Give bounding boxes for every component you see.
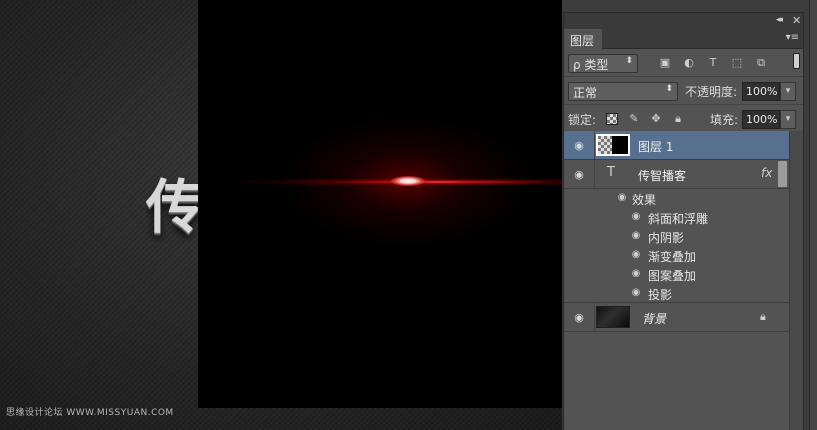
layer-row-background[interactable]: ◉ 背景 🔒︎	[564, 303, 789, 332]
opacity-dropdown-button[interactable]: ▾	[780, 82, 796, 101]
effect-row[interactable]: ◉ 斜面和浮雕	[564, 208, 789, 227]
layer-row-layer1[interactable]: ◉ 图层 1	[564, 131, 789, 160]
layers-scrollbar[interactable]	[789, 131, 803, 430]
text-layer-icon: T	[607, 165, 615, 180]
effects-header-row[interactable]: ◉ 效果	[564, 189, 789, 208]
tab-layers[interactable]: 图层	[564, 29, 602, 49]
eye-icon[interactable]: ◉	[572, 168, 586, 181]
filter-kind-label: ρ 类型	[573, 58, 609, 72]
effect-row[interactable]: ◉ 图案叠加	[564, 265, 789, 284]
eye-icon[interactable]: ◉	[630, 249, 642, 260]
effect-name: 斜面和浮雕	[648, 212, 709, 226]
side-dock-edge	[809, 0, 817, 430]
lock-fill-row: 锁定: ✎ ✥ 🔒︎ 填充: 100% ▾	[564, 105, 803, 133]
layers-panel: ◂◂ ✕ 图层 ▾≡ ρ 类型 ⬍ ▣ ◐ T ⬚ ⧉ 正常 ⬍ 不透明度: 1…	[563, 12, 804, 430]
layer-thumbnail	[596, 134, 630, 156]
layer-name[interactable]: 图层 1	[638, 138, 673, 155]
effect-name: 图案叠加	[648, 269, 697, 283]
effect-row[interactable]: ◉ 内阴影	[564, 227, 789, 246]
document-canvas[interactable]	[198, 0, 562, 408]
lens-flare-core	[391, 176, 425, 186]
watermark: 思缘设计论坛 WWW.MISSYUAN.COM	[6, 408, 174, 418]
divider	[594, 303, 595, 331]
layer-thumbnail	[596, 306, 630, 328]
collapse-panel-icon[interactable]: ◂◂	[776, 15, 783, 25]
panel-tab-bar: 图层 ▾≡	[564, 29, 803, 49]
fill-dropdown-button[interactable]: ▾	[780, 110, 796, 129]
eye-icon[interactable]: ◉	[572, 311, 586, 324]
filter-toggle[interactable]	[793, 53, 800, 69]
effect-name: 投影	[648, 288, 673, 302]
opacity-label: 不透明度:	[685, 85, 738, 99]
fill-input[interactable]: 100%	[742, 110, 780, 129]
fill-label: 填充:	[710, 113, 739, 127]
eye-icon[interactable]: ◉	[630, 230, 642, 241]
effect-name: 内阴影	[648, 231, 685, 245]
divider	[594, 131, 595, 159]
eye-icon[interactable]: ◉	[630, 211, 642, 222]
lock-move-icon[interactable]: ✥	[650, 113, 662, 125]
opacity-input[interactable]: 100%	[742, 82, 780, 101]
lock-transparent-icon[interactable]	[606, 113, 618, 125]
eye-icon[interactable]: ◉	[630, 287, 642, 298]
lock-label: 锁定:	[568, 113, 597, 127]
blend-opacity-row: 正常 ⬍ 不透明度: 100% ▾	[564, 77, 803, 105]
shape-filter-icon[interactable]: ⬚	[730, 56, 744, 70]
scrollbar-thumb[interactable]	[778, 161, 787, 187]
layer-name[interactable]: 传智播客	[638, 167, 686, 184]
filter-kind-select[interactable]: ρ 类型 ⬍	[568, 54, 638, 73]
effect-row[interactable]: ◉ 渐变叠加	[564, 246, 789, 265]
lock-brush-icon[interactable]: ✎	[628, 113, 640, 125]
pixel-filter-icon[interactable]: ▣	[658, 56, 672, 70]
panel-menu-icon[interactable]: ▾≡	[786, 32, 799, 43]
updown-chevron-icon: ⬍	[625, 56, 633, 66]
updown-chevron-icon: ⬍	[665, 84, 673, 94]
adjustment-filter-icon[interactable]: ◐	[682, 56, 696, 70]
fx-icon[interactable]: fx	[761, 166, 772, 180]
divider	[594, 160, 595, 188]
panel-title-bar[interactable]: ◂◂ ✕	[564, 13, 803, 29]
layers-list: ◉ 图层 1 ◉ T 传智播客 fx ◉ 效果 ◉ 斜面和浮雕 ◉ 内阴影 ◉ …	[564, 131, 789, 430]
eye-icon[interactable]: ◉	[616, 192, 628, 203]
effect-row[interactable]: ◉ 投影	[564, 284, 789, 303]
lock-icon: 🔒︎	[760, 310, 766, 323]
type-filter-icon[interactable]: T	[706, 56, 720, 70]
eye-icon[interactable]: ◉	[572, 139, 586, 152]
layer-row-text[interactable]: ◉ T 传智播客 fx	[564, 160, 789, 189]
blend-mode-select[interactable]: 正常 ⬍	[568, 82, 678, 101]
transparency-checker	[598, 136, 612, 154]
lock-all-icon[interactable]: 🔒︎	[672, 113, 684, 125]
effect-name: 渐变叠加	[648, 250, 697, 264]
effects-header: 效果	[632, 193, 657, 207]
smart-object-filter-icon[interactable]: ⧉	[754, 56, 768, 70]
blend-mode-value: 正常	[573, 86, 598, 100]
layer-filter-row: ρ 类型 ⬍ ▣ ◐ T ⬚ ⧉	[564, 49, 803, 77]
canvas-chrome-text: 传	[146, 173, 205, 241]
layer-name[interactable]: 背景	[642, 310, 666, 327]
close-icon[interactable]: ✕	[792, 14, 801, 27]
eye-icon[interactable]: ◉	[630, 268, 642, 279]
